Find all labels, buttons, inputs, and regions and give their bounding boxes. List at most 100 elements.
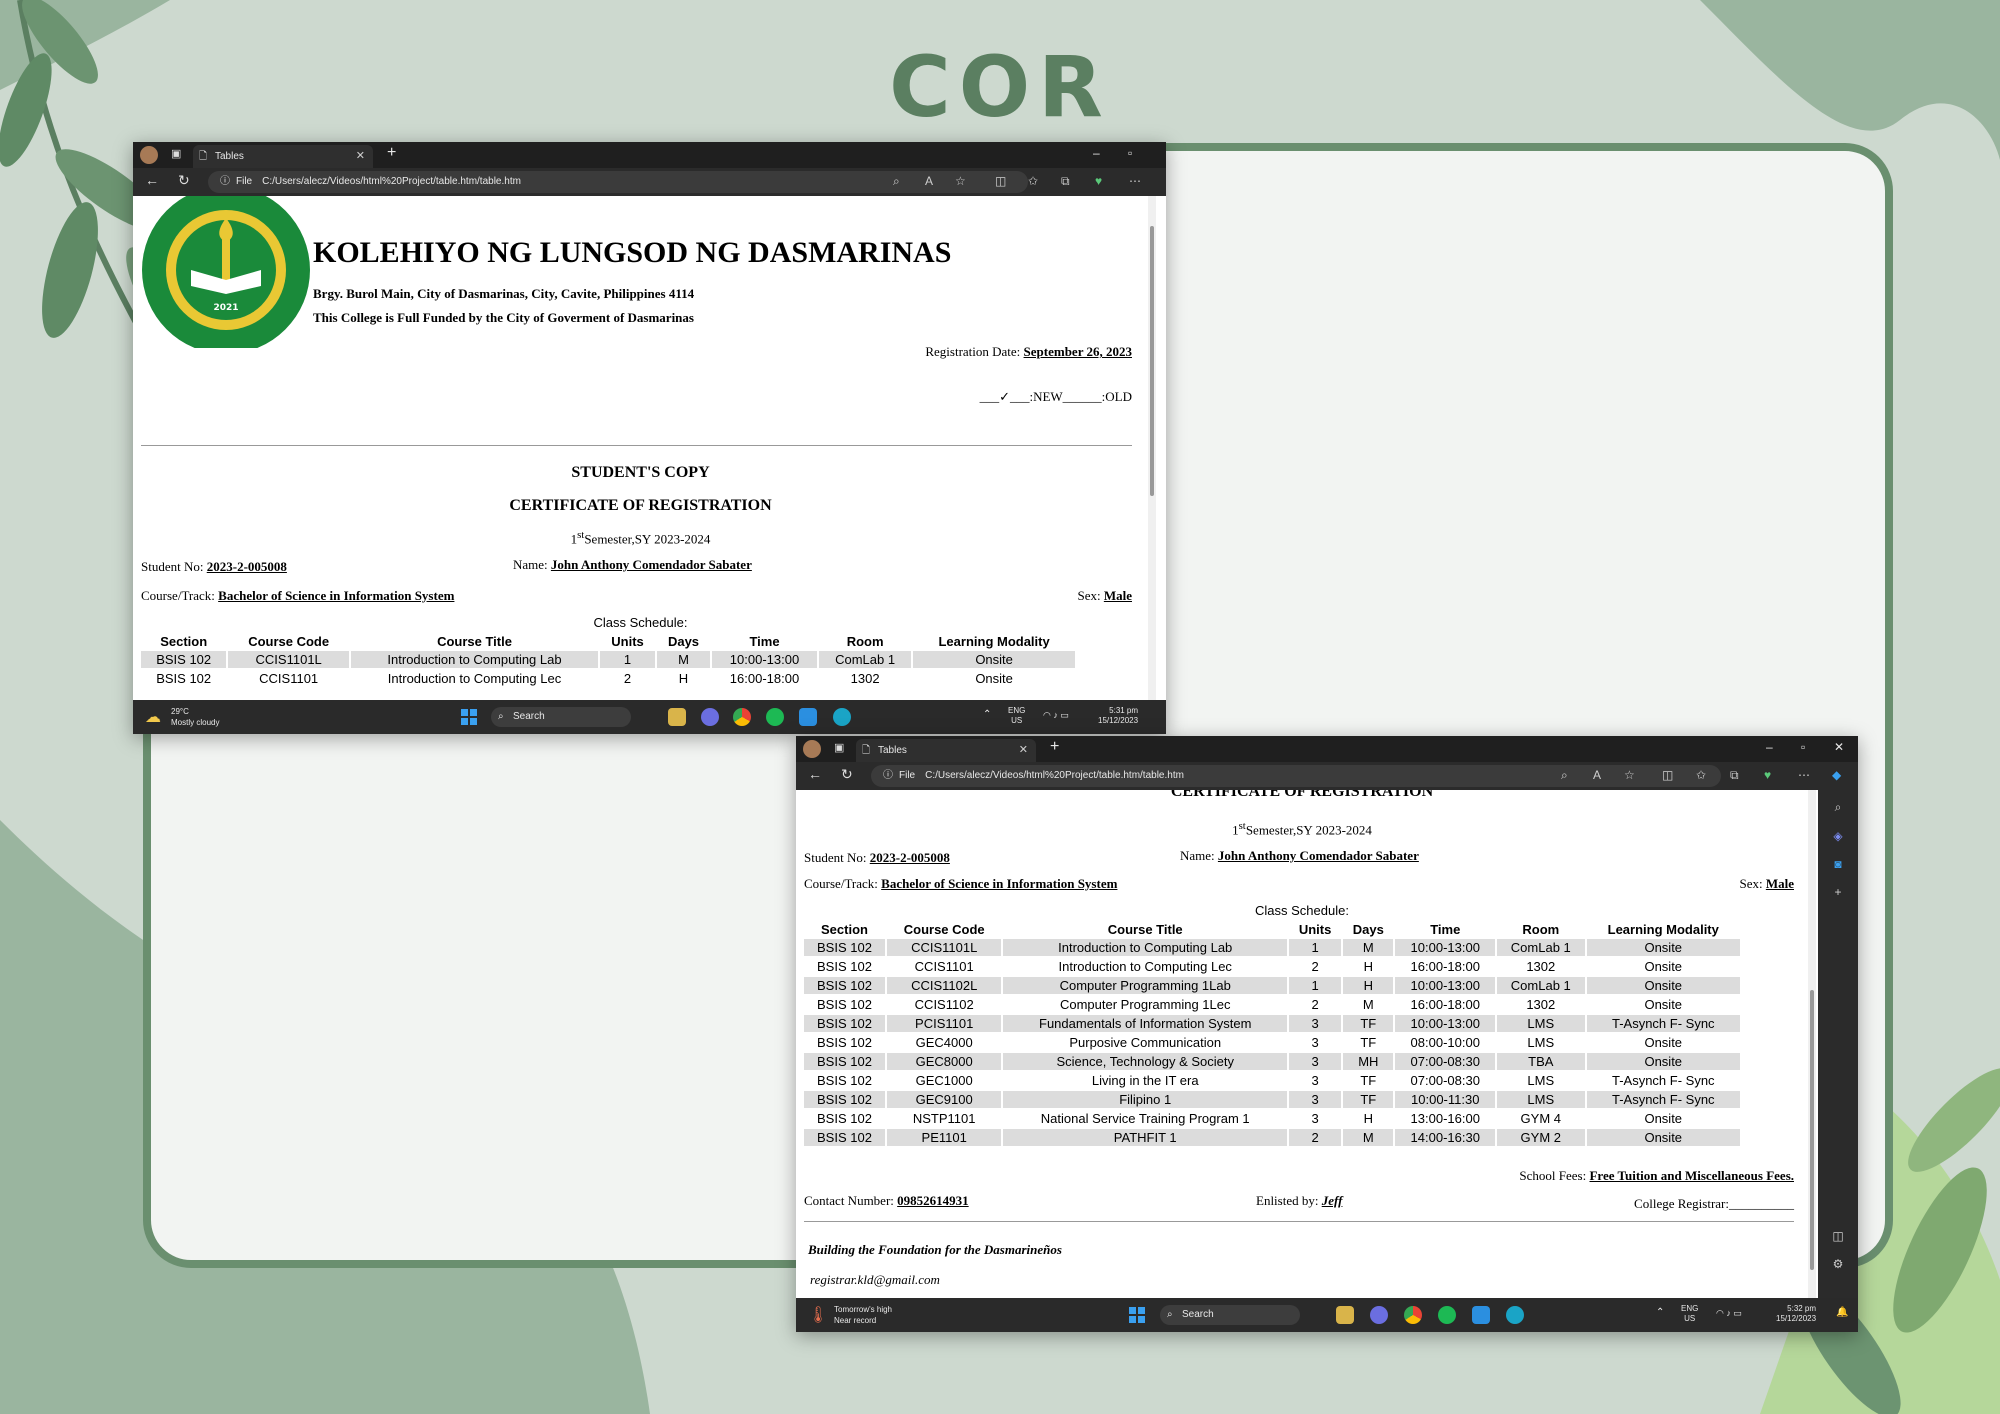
tray-chevron-icon[interactable]: ⌃ — [1656, 1308, 1664, 1318]
search-icon: ⌕ — [1167, 1309, 1173, 1320]
sidebar-layout-icon[interactable]: ◫ — [1818, 1229, 1858, 1243]
wifi-sound-battery-icons[interactable]: ◠ ♪ ▭ — [1043, 710, 1069, 720]
scrollbar[interactable] — [1808, 790, 1816, 1298]
minimize-button[interactable]: – — [1766, 740, 1773, 754]
table-row: BSIS 102 CCIS1101L Introduction to Computi… — [141, 651, 1075, 668]
table-cell: Computer Programming 1Lec — [1003, 996, 1288, 1013]
restore-button[interactable]: ▫ — [1801, 740, 1805, 754]
sidebar-search-icon[interactable]: ⌕ — [1818, 800, 1858, 815]
taskbar: ☁ 29°C Mostly cloudy ⌕ Search ⌃ ENG US ◠ ♪ … — [133, 700, 1166, 734]
table-header: Units — [1298, 922, 1332, 937]
tray-chevron-icon[interactable]: ⌃ — [983, 710, 991, 720]
taskbar-search[interactable]: ⌕ Search — [491, 707, 631, 727]
table-cell: Onsite — [1586, 977, 1740, 994]
sidebar-shopping-icon[interactable]: ◈ — [1818, 829, 1858, 843]
page-content: 2021 KOLEHIYO NG LUNGSOD NG DASMARINAS B… — [133, 196, 1148, 700]
sidebar-settings-icon[interactable]: ⚙ — [1818, 1257, 1858, 1271]
table-cell: 10:00-13:00 — [1395, 977, 1496, 994]
read-aloud-icon[interactable]: A — [925, 174, 933, 188]
sidebar-outlook-icon[interactable]: ◙ — [1818, 857, 1858, 871]
clock[interactable]: 5:31 pm 15/12/2023 — [1098, 706, 1138, 726]
more-menu-icon[interactable]: ⋯ — [1129, 174, 1141, 188]
back-icon[interactable]: ← — [145, 172, 159, 188]
copilot-icon[interactable]: ◆ — [1832, 768, 1841, 782]
scrollbar[interactable] — [1148, 196, 1156, 700]
collections-icon[interactable]: ⧉ — [1730, 768, 1739, 783]
tab-tables[interactable]: 🗋 Tables ✕ — [856, 739, 1036, 762]
table-cell: TF — [1343, 1015, 1394, 1032]
tab-actions-icon[interactable]: ▣ — [834, 741, 844, 754]
wifi-sound-battery-icons[interactable]: ◠ ♪ ▭ — [1716, 1308, 1742, 1318]
read-aloud-icon[interactable]: A — [1593, 768, 1601, 782]
weather-widget[interactable]: 29°C Mostly cloudy — [171, 706, 219, 728]
student-no: Student No: 2023-2-005008 — [804, 850, 950, 865]
extension-icon[interactable]: ♥ — [1764, 768, 1771, 782]
profile-avatar[interactable] — [803, 740, 821, 758]
refresh-icon[interactable]: ↻ — [178, 172, 190, 189]
refresh-icon[interactable]: ↻ — [841, 766, 853, 783]
table-cell: CCIS1102 — [886, 996, 1002, 1013]
table-cell: Filipino 1 — [1003, 1091, 1288, 1108]
page-content: CERTIFICATE OF REGISTRATION 1stSemester,… — [796, 790, 1808, 1298]
language-indicator[interactable]: ENG US — [1681, 1304, 1698, 1324]
favorites-icon[interactable]: ✩ — [1028, 174, 1038, 188]
url-field[interactable]: ⓘ File C:/Users/alecz/Videos/html%20Projec… — [208, 171, 1028, 193]
tab-tables[interactable]: 🗋 Tables ✕ — [193, 145, 373, 168]
tab-close-icon[interactable]: ✕ — [356, 145, 365, 168]
spotify-icon[interactable] — [1438, 1306, 1456, 1324]
restore-button[interactable]: ▫ — [1128, 146, 1132, 160]
teams-icon[interactable] — [701, 708, 719, 726]
chrome-icon[interactable] — [733, 708, 751, 726]
vscode-icon[interactable] — [799, 708, 817, 726]
table-row: BSIS 102 GEC9100 Filipino 1 3 TF 10:00-11:30 L… — [804, 1091, 1740, 1108]
favorite-star-icon[interactable]: ☆ — [955, 174, 966, 188]
table-cell: 10:00-11:30 — [1395, 1091, 1496, 1108]
edge-icon[interactable] — [1506, 1306, 1524, 1324]
weather-icon[interactable]: ☁ — [145, 707, 161, 727]
minimize-button[interactable]: – — [1093, 146, 1100, 160]
favorites-icon[interactable]: ✩ — [1696, 768, 1706, 782]
table-cell: LMS — [1497, 1015, 1585, 1032]
table-cell: T-Asynch F- Sync — [1586, 1091, 1740, 1108]
split-screen-icon[interactable]: ◫ — [1662, 768, 1673, 782]
scrollbar-thumb[interactable] — [1150, 226, 1154, 496]
more-menu-icon[interactable]: ⋯ — [1798, 768, 1810, 782]
vscode-icon[interactable] — [1472, 1306, 1490, 1324]
table-cell: BSIS 102 — [804, 939, 885, 956]
teams-icon[interactable] — [1370, 1306, 1388, 1324]
new-tab-button[interactable]: + — [387, 144, 396, 162]
split-screen-icon[interactable]: ◫ — [995, 174, 1006, 188]
back-icon[interactable]: ← — [808, 766, 822, 782]
taskbar-search[interactable]: ⌕ Search — [1160, 1305, 1300, 1325]
tab-close-icon[interactable]: ✕ — [1019, 739, 1028, 762]
start-button[interactable] — [1129, 1307, 1145, 1323]
table-cell: Onsite — [1586, 1110, 1740, 1127]
favorite-star-icon[interactable]: ☆ — [1624, 768, 1635, 782]
language-indicator[interactable]: ENG US — [1008, 706, 1025, 726]
spotify-icon[interactable] — [766, 708, 784, 726]
chrome-icon[interactable] — [1404, 1306, 1422, 1324]
sex: Sex: Male — [1739, 876, 1794, 891]
extension-icon[interactable]: ♥ — [1095, 174, 1102, 188]
profile-avatar[interactable] — [140, 146, 158, 164]
file-explorer-icon[interactable] — [668, 708, 686, 726]
scrollbar-thumb[interactable] — [1810, 990, 1814, 1270]
table-cell: Onsite — [1586, 958, 1740, 975]
college-seal-logo: 2021 — [142, 196, 310, 348]
new-tab-button[interactable]: + — [1050, 738, 1059, 756]
close-window-button[interactable]: ✕ — [1834, 740, 1844, 754]
url-scheme: File — [236, 176, 253, 187]
clock[interactable]: 5:32 pm 15/12/2023 — [1776, 1304, 1816, 1324]
file-explorer-icon[interactable] — [1336, 1306, 1354, 1324]
sidebar-add-icon[interactable]: + — [1818, 885, 1858, 899]
weather-icon[interactable]: 🌡 — [808, 1305, 828, 1325]
table-cell: Onsite — [913, 670, 1075, 687]
zoom-icon[interactable]: ⌕ — [893, 174, 900, 189]
notification-bell-icon[interactable]: 🔔 — [1836, 1308, 1848, 1318]
tab-actions-icon[interactable]: ▣ — [171, 147, 181, 160]
start-button[interactable] — [461, 709, 477, 725]
zoom-icon[interactable]: ⌕ — [1561, 768, 1568, 783]
weather-widget[interactable]: Tomorrow's high Near record — [834, 1304, 892, 1326]
edge-icon[interactable] — [833, 708, 851, 726]
collections-icon[interactable]: ⧉ — [1061, 174, 1070, 189]
